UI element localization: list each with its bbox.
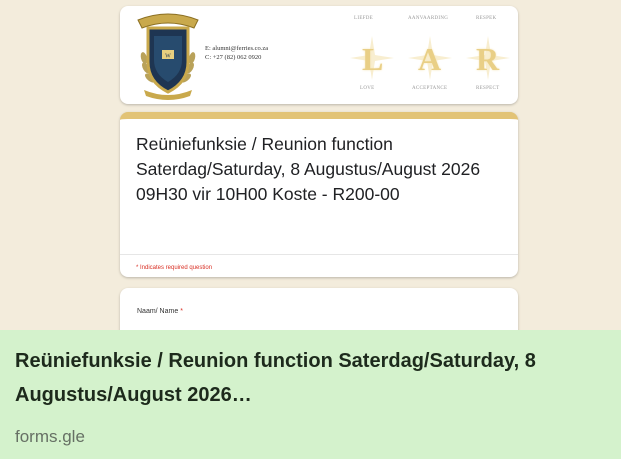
- form-header-card: W E: alumni@ferries.co.za C: +27 (82) 06…: [120, 6, 518, 104]
- form-title-card: Reüniefunksie / Reunion function Saterda…: [120, 112, 518, 277]
- lar-word-bottom-1: LOVE: [360, 86, 375, 91]
- lar-letter-r: R: [476, 41, 500, 77]
- link-preview-domain: forms.gle: [15, 427, 85, 446]
- link-preview-title: Reüniefunksie / Reunion function Saterda…: [15, 350, 536, 406]
- question-label: Naam/ Name *: [137, 308, 183, 315]
- form-title: Reüniefunksie / Reunion function Saterda…: [136, 134, 481, 204]
- title-divider: [120, 254, 518, 255]
- required-marker: *: [180, 308, 183, 315]
- school-crest-logo: W: [137, 13, 199, 100]
- lar-values-logo: LIEFDE AANVAARDING RESPEK L A R LOVE ACC…: [346, 14, 514, 98]
- lar-word-top-2: AANVAARDING: [408, 16, 449, 21]
- lar-letter-a: A: [418, 41, 442, 77]
- contact-info: E: alumni@ferries.co.za C: +27 (82) 062 …: [205, 44, 268, 62]
- lar-letter-l: L: [362, 41, 384, 77]
- contact-email: E: alumni@ferries.co.za: [205, 45, 269, 52]
- link-preview-card[interactable]: Reüniefunksie / Reunion function Saterda…: [0, 330, 621, 459]
- lar-word-bottom-2: ACCEPTANCE: [412, 86, 448, 91]
- svg-text:W: W: [165, 54, 171, 60]
- question-label-text: Naam/ Name: [137, 308, 179, 315]
- lar-word-top-3: RESPEK: [476, 16, 497, 21]
- form-screenshot-preview[interactable]: W E: alumni@ferries.co.za C: +27 (82) 06…: [0, 0, 621, 348]
- lar-word-top-1: LIEFDE: [354, 16, 374, 21]
- lar-word-bottom-3: RESPECT: [476, 86, 500, 91]
- required-question-note: * Indicates required question: [136, 265, 213, 271]
- contact-phone: C: +27 (82) 062 0920: [205, 54, 262, 61]
